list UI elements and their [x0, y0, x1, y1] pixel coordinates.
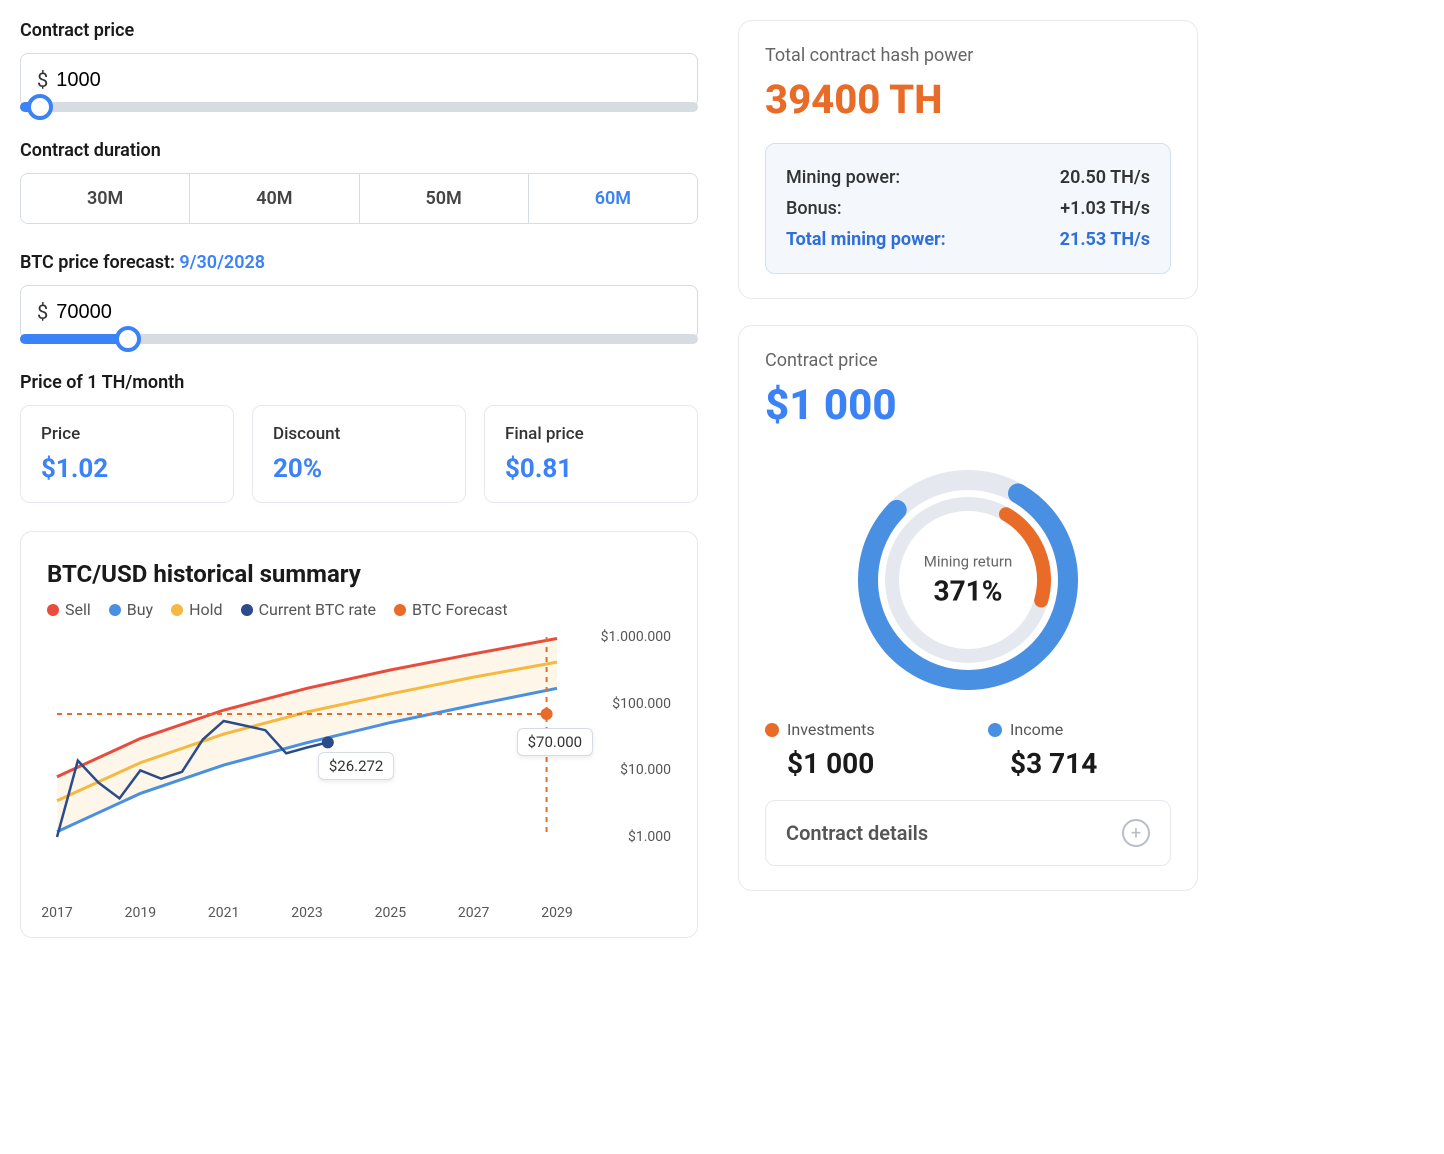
- chart-xtick: 2029: [541, 905, 572, 921]
- investments-item: Investments $1 000: [765, 720, 948, 780]
- duration-section: Contract duration 30M40M50M60M: [20, 140, 698, 224]
- price-card-value: $1.02: [41, 454, 213, 484]
- duration-label: Contract duration: [20, 140, 698, 161]
- chart-ytick: $10.000: [620, 762, 671, 778]
- price-card: Price $1.02: [20, 405, 234, 503]
- donut-center-value: 371%: [924, 575, 1013, 608]
- price-card-label: Discount: [273, 424, 445, 444]
- forecast-label-box: $70.000: [517, 728, 594, 756]
- price-card-label: Price: [41, 424, 213, 444]
- forecast-section: BTC price forecast: 9/30/2028 $: [20, 252, 698, 344]
- chart-body: $26.272 $70.000 $1.000.000$100.000$10.00…: [47, 637, 671, 917]
- contract-price-input-wrap[interactable]: $: [20, 53, 698, 107]
- forecast-date[interactable]: 9/30/2028: [179, 252, 265, 273]
- income-label: Income: [1010, 720, 1063, 739]
- income-value: $3 714: [988, 747, 1171, 780]
- mining-row: Bonus:+1.03 TH/s: [786, 193, 1150, 224]
- mining-row: Mining power:20.50 TH/s: [786, 162, 1150, 193]
- contract-price-value: $1 000: [765, 381, 1171, 430]
- contract-panel: Contract price $1 000 Mining return 371%: [738, 325, 1198, 891]
- contract-price-label: Contract price: [20, 20, 698, 41]
- dollar-icon: $: [37, 300, 48, 324]
- contract-price-input[interactable]: [56, 69, 681, 92]
- price-card: Final price $0.81: [484, 405, 698, 503]
- legend-item: Buy: [109, 600, 153, 619]
- forecast-slider[interactable]: [20, 334, 698, 344]
- duration-option-60m[interactable]: 60M: [529, 174, 697, 223]
- donut-center: Mining return 371%: [924, 553, 1013, 608]
- chart-legend: Sell Buy Hold Current BTC rate BTC Forecast: [47, 600, 671, 619]
- duration-option-30m[interactable]: 30M: [21, 174, 190, 223]
- legend-dot-icon: [394, 604, 406, 616]
- duration-option-40m[interactable]: 40M: [190, 174, 359, 223]
- price-card-value: 20%: [273, 454, 445, 484]
- price-card-value: $0.81: [505, 454, 677, 484]
- chart-xtick: 2021: [208, 905, 239, 921]
- chart-xtick: 2023: [291, 905, 322, 921]
- legend-dot-icon: [109, 604, 121, 616]
- hash-panel-label: Total contract hash power: [765, 45, 1171, 66]
- legend-dot-icon: [47, 604, 59, 616]
- investment-row: Investments $1 000 Income $3 714: [765, 720, 1171, 780]
- contract-details-toggle[interactable]: Contract details +: [765, 800, 1171, 866]
- chart-xtick: 2025: [375, 905, 406, 921]
- legend-item: Hold: [171, 600, 222, 619]
- chart-ytick: $1.000.000: [601, 629, 671, 645]
- chart-xtick: 2019: [125, 905, 156, 921]
- donut-chart: Mining return 371%: [765, 460, 1171, 700]
- hash-value: 39400 TH: [765, 76, 1171, 123]
- legend-dot-icon: [171, 604, 183, 616]
- chart-title: BTC/USD historical summary: [47, 560, 671, 588]
- duration-option-50m[interactable]: 50M: [360, 174, 529, 223]
- th-price-label: Price of 1 TH/month: [20, 372, 698, 393]
- price-card: Discount 20%: [252, 405, 466, 503]
- contract-price-section: Contract price $: [20, 20, 698, 112]
- chart-xtick: 2017: [41, 905, 72, 921]
- donut-center-label: Mining return: [924, 553, 1013, 571]
- legend-item: BTC Forecast: [394, 600, 508, 619]
- th-price-section: Price of 1 TH/month Price $1.02 Discount 20…: [20, 372, 698, 503]
- chart-ytick: $1.000: [628, 829, 671, 845]
- mining-row: Total mining power:21.53 TH/s: [786, 224, 1150, 255]
- chart-card: BTC/USD historical summary Sell Buy Hold Cu…: [20, 531, 698, 938]
- contract-panel-label: Contract price: [765, 350, 1171, 371]
- legend-dot-icon: [241, 604, 253, 616]
- plus-icon: +: [1122, 819, 1150, 847]
- price-card-label: Final price: [505, 424, 677, 444]
- mining-box: Mining power:20.50 TH/sBonus:+1.03 TH/sT…: [765, 143, 1171, 274]
- dollar-icon: $: [37, 68, 48, 92]
- forecast-label: BTC price forecast: 9/30/2028: [20, 252, 698, 273]
- current-rate-label: $26.272: [318, 752, 395, 780]
- investments-value: $1 000: [765, 747, 948, 780]
- forecast-input[interactable]: [56, 301, 681, 324]
- income-dot-icon: [988, 723, 1002, 737]
- contract-details-label: Contract details: [786, 821, 928, 845]
- legend-item: Current BTC rate: [241, 600, 376, 619]
- slider-thumb[interactable]: [27, 94, 53, 120]
- chart-svg: [47, 637, 577, 887]
- legend-item: Sell: [47, 600, 91, 619]
- investments-label: Investments: [787, 720, 875, 739]
- contract-price-slider[interactable]: [20, 102, 698, 112]
- income-item: Income $3 714: [988, 720, 1171, 780]
- duration-segmented: 30M40M50M60M: [20, 173, 698, 224]
- chart-ytick: $100.000: [612, 696, 671, 712]
- chart-xtick: 2027: [458, 905, 489, 921]
- slider-thumb[interactable]: [115, 326, 141, 352]
- investments-dot-icon: [765, 723, 779, 737]
- hash-panel: Total contract hash power 39400 TH Minin…: [738, 20, 1198, 299]
